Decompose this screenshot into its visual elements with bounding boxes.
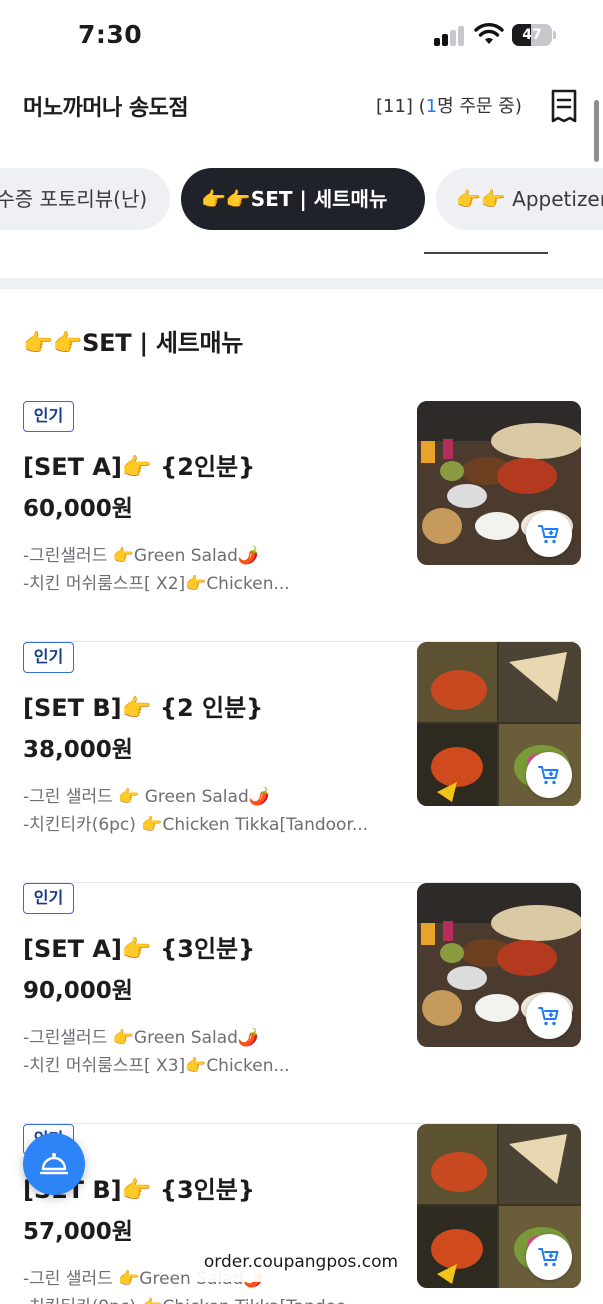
order-status-prefix: [11] (	[376, 96, 426, 117]
store-name: 머노까머나 송도점	[23, 96, 189, 121]
order-count: 1	[425, 96, 438, 117]
popular-badge: 인기	[23, 883, 74, 914]
item-description-line-2: -치킨티카(6pc) 👉Chicken Tikka[Tandoor...	[23, 815, 369, 835]
tab-set-menu[interactable]: 👉👉SET | 세트매뉴	[181, 168, 425, 230]
add-cart-icon	[538, 766, 559, 785]
add-to-cart-button[interactable]	[526, 1234, 572, 1280]
tab-underline	[424, 252, 548, 254]
site-url: order.coupangpos.com	[185, 1242, 417, 1282]
item-price: 90,000원	[23, 978, 133, 1004]
popular-badge: 인기	[23, 401, 74, 432]
order-status-suffix: 명 주문 중)	[437, 96, 522, 117]
item-price: 57,000원	[23, 1219, 133, 1245]
service-bell-icon	[40, 1153, 68, 1175]
add-to-cart-button[interactable]	[526, 752, 572, 798]
menu-item[interactable]: 인기 [SET B]👉 {2 인분} 38,000원 -그린 샐러드 👉 Gre…	[0, 642, 603, 883]
item-name: [SET A]👉 {2인분}	[23, 453, 256, 481]
item-description-line-1: -그린 샐러드 👉 Green Salad🌶️	[23, 787, 270, 807]
section-title: 👉👉SET | 세트매뉴	[23, 329, 244, 357]
receipt-icon[interactable]	[548, 88, 580, 124]
item-description-line-1: -그린샐러드 👉Green Salad🌶️	[23, 546, 260, 566]
status-time: 7:30	[78, 20, 143, 49]
section-separator	[0, 278, 603, 289]
battery-icon: 47	[512, 24, 556, 46]
wifi-icon	[474, 23, 504, 44]
add-cart-icon	[538, 525, 559, 544]
item-price: 60,000원	[23, 496, 133, 522]
add-to-cart-button[interactable]	[526, 511, 572, 557]
scroll-indicator[interactable]	[594, 100, 599, 162]
status-bar: 7:30 47	[0, 0, 603, 72]
battery-percent: 47	[522, 27, 542, 43]
cellular-signal-icon	[434, 26, 466, 46]
add-cart-icon	[538, 1248, 559, 1267]
store-header: 머노까머나 송도점 [11] (1명 주문 중)	[0, 72, 603, 138]
item-description-line-1: -그린샐러드 👉Green Salad🌶️	[23, 1028, 260, 1048]
menu-item[interactable]: 인기 [SET A]👉 {2인분} 60,000원 -그린샐러드 👉Green …	[0, 401, 603, 642]
item-description-line-2: -치킨 머쉬룸스프[ X2]👉Chicken...	[23, 574, 290, 594]
item-name: [SET B]👉 {2 인분}	[23, 694, 264, 722]
item-name: [SET A]👉 {3인분}	[23, 935, 256, 963]
category-tabs: 영수증 포토리뷰(난) 👉👉SET | 세트매뉴 👉👉 Appetizer	[0, 168, 603, 230]
item-price: 38,000원	[23, 737, 133, 763]
call-staff-button[interactable]	[23, 1133, 85, 1195]
add-cart-icon	[538, 1007, 559, 1026]
tab-appetizer[interactable]: 👉👉 Appetizer	[436, 168, 603, 230]
item-description-line-2: -치킨티카(9pc) 👉Chicken Tikka[Tandoo...	[23, 1292, 403, 1304]
popular-badge: 인기	[23, 642, 74, 673]
add-to-cart-button[interactable]	[526, 993, 572, 1039]
item-description-line-2: -치킨 머쉬룸스프[ X3]👉Chicken...	[23, 1056, 290, 1076]
order-status: [11] (1명 주문 중)	[376, 92, 522, 118]
tab-photo-review[interactable]: 영수증 포토리뷰(난)	[0, 168, 170, 230]
menu-item[interactable]: 인기 [SET A]👉 {3인분} 90,000원 -그린샐러드 👉Green …	[0, 883, 603, 1124]
